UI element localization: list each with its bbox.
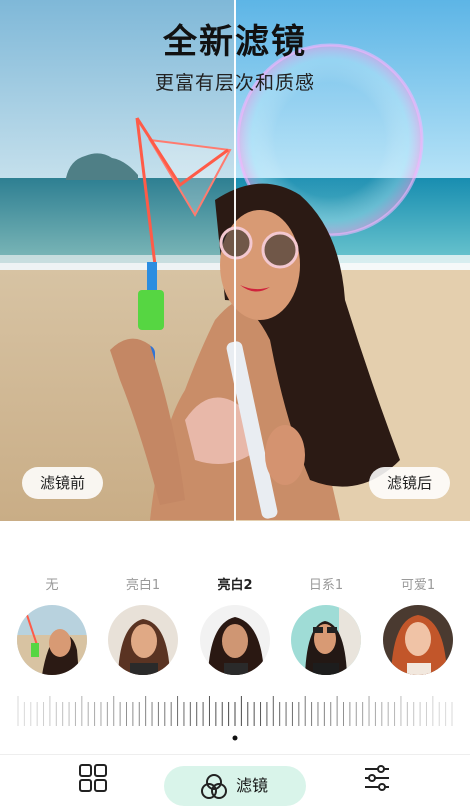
filter-item-cute-1[interactable]: 可爱1 [378,575,458,675]
filter-label: 无 [45,578,59,593]
filter-label: 亮白1 [125,578,161,593]
bottom-toolbar: 滤镜 [0,754,470,806]
filter-item-japanese-1[interactable]: 日系1 [286,575,366,675]
filter-tab-button[interactable]: 滤镜 [164,766,306,806]
filter-thumbnail [200,605,270,675]
filter-thumbnail [383,605,453,675]
filter-label: 可爱1 [400,578,436,593]
adjust-button[interactable] [362,763,392,801]
filter-tab-label: 滤镜 [236,776,269,795]
filter-thumbnail [108,605,178,675]
filter-item-bright-1[interactable]: 亮白1 [103,575,183,675]
comparison-photo: 全新滤镜 更富有层次和质感 滤镜前 滤镜后 [0,0,470,521]
grid-icon [79,764,107,792]
promo-title: 全新滤镜 [163,22,307,62]
before-filter-label: 滤镜前 [22,467,104,499]
filter-label: 日系1 [308,578,344,593]
filter-item-none[interactable]: 无 [12,575,92,675]
slider-ticks[interactable] [0,690,470,750]
filter-label: 亮白2 [217,578,253,593]
filter-strip: 无 亮白1 亮白2 日系1 可爱1 [0,575,470,685]
filter-intensity-slider[interactable] [0,690,470,750]
filter-thumbnail [17,605,87,675]
filter-circles-icon [201,774,227,799]
promo-subtitle: 更富有层次和质感 [154,72,315,94]
filter-thumbnail [291,605,361,675]
filter-item-bright-2[interactable]: 亮白2 [195,575,275,675]
after-filter-label: 滤镜后 [368,467,450,499]
slider-position-dot[interactable] [232,735,238,741]
sliders-icon [365,765,389,791]
grid-button[interactable] [78,763,108,801]
